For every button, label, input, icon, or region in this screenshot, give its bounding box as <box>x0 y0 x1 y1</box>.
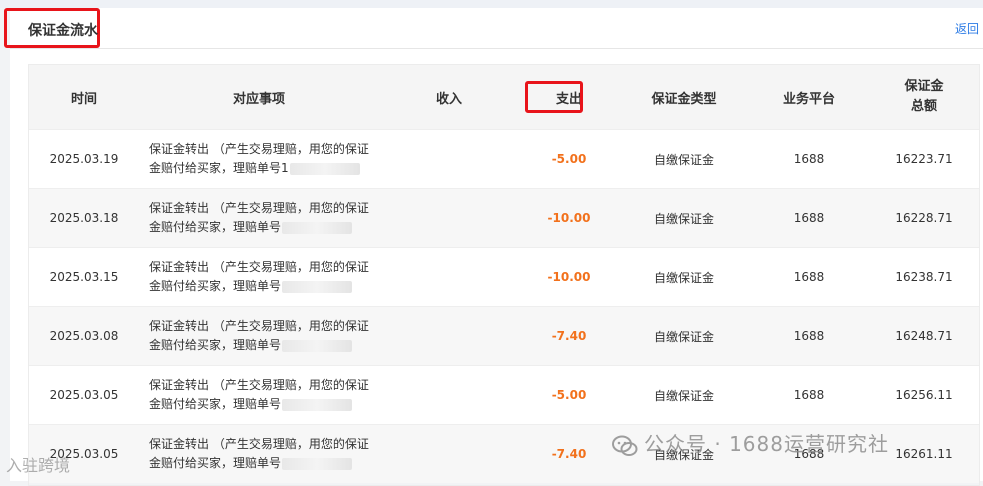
desc-line2: 金赔付给买家，理赔单号 <box>149 279 282 293</box>
watermark-right-text: 公众号 · 1688运营研究社 <box>644 432 889 456</box>
cell-total: 16228.71 <box>869 188 979 248</box>
redacted-claim-number <box>282 457 353 470</box>
cell-time: 2025.03.19 <box>29 129 139 189</box>
cell-platform: 1688 <box>749 129 869 189</box>
cell-total: 16248.71 <box>869 306 979 366</box>
desc-line2: 金赔付给买家，理赔单号 <box>149 338 282 352</box>
cell-expense: -7.40 <box>519 424 619 483</box>
cell-type: 自缴保证金 <box>619 365 749 425</box>
desc-line2: 金赔付给买家，理赔单号 <box>149 220 282 234</box>
cell-expense: -10.00 <box>519 188 619 248</box>
desc-line2: 金赔付给买家，理赔单号 <box>149 397 282 411</box>
cell-desc: 保证金转出 （产生交易理赔，用您的保证 金赔付给买家，理赔单号 <box>139 306 379 366</box>
back-link[interactable]: 返回 <box>955 20 979 37</box>
col-type: 保证金类型 <box>619 65 749 130</box>
cell-desc: 保证金转出 （产生交易理赔，用您的保证 金赔付给买家，理赔单号1 <box>139 129 379 189</box>
redacted-claim-number <box>282 339 353 352</box>
redacted-claim-number <box>282 398 353 411</box>
redacted-claim-number <box>282 280 353 293</box>
col-item: 对应事项 <box>139 65 379 130</box>
desc-line2: 金赔付给买家，理赔单号 <box>149 456 282 470</box>
desc-line2: 金赔付给买家，理赔单号1 <box>149 161 289 175</box>
desc-line1: 保证金转出 （产生交易理赔，用您的保证 <box>149 260 369 274</box>
cell-desc: 保证金转出 （产生交易理赔，用您的保证 金赔付给买家，理赔单号 <box>139 247 379 307</box>
col-time: 时间 <box>29 65 139 130</box>
cell-income <box>379 129 519 189</box>
table-row: 2025.03.15 保证金转出 （产生交易理赔，用您的保证 金赔付给买家，理赔… <box>29 247 979 307</box>
cell-expense: -7.40 <box>519 306 619 366</box>
cell-total: 16223.71 <box>869 129 979 189</box>
table-row: 2025.03.19 保证金转出 （产生交易理赔，用您的保证 金赔付给买家，理赔… <box>29 129 979 189</box>
cell-income <box>379 247 519 307</box>
cell-platform: 1688 <box>749 306 869 366</box>
cell-income <box>379 365 519 425</box>
content-card: 保证金流水 返回 时间 对应事项 收入 支出 保证金类型 业务平台 保证金总额 … <box>4 8 983 486</box>
table-row: 2025.03.08 保证金转出 （产生交易理赔，用您的保证 金赔付给买家，理赔… <box>29 306 979 366</box>
desc-line1: 保证金转出 （产生交易理赔，用您的保证 <box>149 319 369 333</box>
cell-time: 2025.03.08 <box>29 306 139 366</box>
redacted-claim-number <box>282 221 353 234</box>
cell-income <box>379 306 519 366</box>
desc-line1: 保证金转出 （产生交易理赔，用您的保证 <box>149 142 369 156</box>
desc-line1: 保证金转出 （产生交易理赔，用您的保证 <box>149 201 369 215</box>
table-row: 2025.03.18 保证金转出 （产生交易理赔，用您的保证 金赔付给买家，理赔… <box>29 188 979 248</box>
cell-platform: 1688 <box>749 247 869 307</box>
cell-desc: 保证金转出 （产生交易理赔，用您的保证 金赔付给买家，理赔单号 <box>139 365 379 425</box>
desc-line1: 保证金转出 （产生交易理赔，用您的保证 <box>149 378 369 392</box>
col-total: 保证金总额 <box>869 65 979 130</box>
cell-expense: -5.00 <box>519 129 619 189</box>
cell-type: 自缴保证金 <box>619 306 749 366</box>
col-total-label: 保证金总额 <box>904 79 944 114</box>
watermark-left: 入驻跨境 <box>6 452 70 476</box>
cell-time: 2025.03.18 <box>29 188 139 248</box>
cell-expense: -5.00 <box>519 365 619 425</box>
cell-platform: 1688 <box>749 365 869 425</box>
page-header: 保证金流水 返回 <box>4 8 983 49</box>
expense-highlight-box <box>525 81 583 113</box>
cell-income <box>379 188 519 248</box>
cell-type: 自缴保证金 <box>619 129 749 189</box>
cell-time: 2025.03.15 <box>29 247 139 307</box>
cell-platform: 1688 <box>749 188 869 248</box>
redacted-claim-number <box>289 162 360 175</box>
cell-total: 16256.11 <box>869 365 979 425</box>
cell-time: 2025.03.05 <box>29 365 139 425</box>
watermark-official-account: 公众号 · 1688运营研究社 <box>612 428 889 457</box>
cell-type: 自缴保证金 <box>619 247 749 307</box>
desc-line1: 保证金转出 （产生交易理赔，用您的保证 <box>149 437 369 451</box>
cell-desc: 保证金转出 （产生交易理赔，用您的保证 金赔付给买家，理赔单号 <box>139 188 379 248</box>
watermark-left-text: 入驻跨境 <box>6 456 71 475</box>
deposit-table: 时间 对应事项 收入 支出 保证金类型 业务平台 保证金总额 2025.03.1… <box>28 64 980 486</box>
top-strip <box>0 0 983 8</box>
col-expense: 支出 <box>519 65 619 130</box>
page-title: 保证金流水 <box>28 23 98 39</box>
cell-total: 16238.71 <box>869 247 979 307</box>
cell-desc: 保证金转出 （产生交易理赔，用您的保证 金赔付给买家，理赔单号 <box>139 424 379 483</box>
cell-income <box>379 424 519 483</box>
cell-expense: -10.00 <box>519 247 619 307</box>
col-platform: 业务平台 <box>749 65 869 130</box>
cell-type: 自缴保证金 <box>619 188 749 248</box>
table-row: 2025.03.05 保证金转出 （产生交易理赔，用您的保证 金赔付给买家，理赔… <box>29 365 979 425</box>
col-income: 收入 <box>379 65 519 130</box>
wechat-icon <box>612 435 638 456</box>
table-header-row: 时间 对应事项 收入 支出 保证金类型 业务平台 保证金总额 <box>29 65 979 130</box>
